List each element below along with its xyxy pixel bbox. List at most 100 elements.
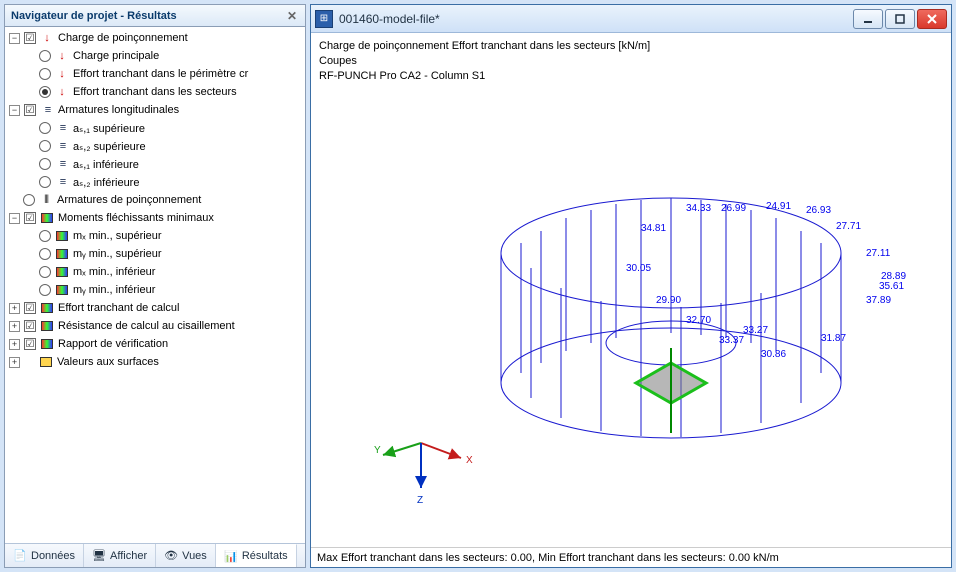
result-icon [41, 303, 53, 313]
value-label: 34.33 [686, 203, 711, 214]
value-label: 27.71 [836, 221, 861, 232]
tab-vues[interactable]: 👁 Vues [156, 544, 216, 567]
views-icon: 👁 [164, 549, 178, 563]
radio[interactable] [39, 284, 51, 296]
panel-header: Navigateur de projet - Résultats ✕ [5, 5, 305, 27]
value-label: 37.89 [866, 295, 891, 306]
moment-icon [56, 231, 68, 241]
value-label: 30.05 [626, 263, 651, 274]
expand-icon[interactable]: + [9, 303, 20, 314]
tree-label: aₛ,₁ inférieure [73, 158, 139, 171]
rebar-icon: ≡ [55, 139, 69, 153]
axis-y-label: Y [374, 445, 381, 456]
tab-label: Résultats [242, 550, 288, 562]
expand-icon[interactable]: + [9, 339, 20, 350]
radio[interactable] [39, 158, 51, 170]
tree-node-as2-inf[interactable]: ≡ aₛ,₂ inférieure [5, 173, 305, 191]
checkbox[interactable]: ☑ [24, 302, 36, 314]
tree-node-effort-perimetre[interactable]: ↓ Effort tranchant dans le périmètre cr [5, 65, 305, 83]
radio[interactable] [23, 194, 35, 206]
tree-node-my-sup[interactable]: mᵧ min., supérieur [5, 245, 305, 263]
display-icon: 🖥 [92, 549, 106, 563]
minimize-button[interactable] [853, 9, 883, 29]
close-icon [926, 13, 938, 25]
tree-label: Effort tranchant de calcul [58, 302, 179, 314]
tree-label: Armatures longitudinales [58, 104, 179, 116]
window-titlebar[interactable]: ⊞ 001460-model-file* [311, 5, 951, 33]
result-icon [41, 321, 53, 331]
rebar-icon: ≡ [55, 175, 69, 189]
results-tree: − ☑ ↓ Charge de poinçonnement ↓ Charge p… [5, 27, 305, 543]
tree-node-effort-secteurs[interactable]: ↓ Effort tranchant dans les secteurs [5, 83, 305, 101]
collapse-icon[interactable]: − [9, 33, 20, 44]
tree-node-charge-principale[interactable]: ↓ Charge principale [5, 47, 305, 65]
tree-label: mᵧ min., supérieur [73, 248, 162, 260]
radio[interactable] [39, 68, 51, 80]
panel-close-icon[interactable]: ✕ [285, 9, 299, 23]
viewport-3d[interactable]: Charge de poinçonnement Effort tranchant… [311, 33, 951, 547]
tree-node-rapport-verification[interactable]: + ☑ Rapport de vérification [5, 335, 305, 353]
radio-selected[interactable] [39, 86, 51, 98]
tab-afficher[interactable]: 🖥 Afficher [84, 544, 156, 567]
checkbox[interactable]: ☑ [24, 104, 36, 116]
value-label: 26.99 [721, 203, 746, 214]
checkbox[interactable]: ☑ [24, 320, 36, 332]
rebar-icon: ≡ [55, 121, 69, 135]
value-label: 33.37 [719, 335, 744, 346]
radio[interactable] [39, 176, 51, 188]
tree-node-as1-inf[interactable]: ≡ aₛ,₁ inférieure [5, 155, 305, 173]
tree-node-mx-sup[interactable]: mₓ min., supérieur [5, 227, 305, 245]
collapse-icon[interactable]: − [9, 213, 20, 224]
tab-resultats[interactable]: 📊 Résultats [216, 544, 297, 567]
radio[interactable] [39, 248, 51, 260]
tree-node-effort-calcul[interactable]: + ☑ Effort tranchant de calcul [5, 299, 305, 317]
tree-label: Effort tranchant dans le périmètre cr [73, 68, 248, 80]
tree-node-valeurs-surfaces[interactable]: + Valeurs aux surfaces [5, 353, 305, 371]
close-button[interactable] [917, 9, 947, 29]
load-icon: ↓ [55, 85, 69, 99]
checkbox[interactable]: ☑ [24, 338, 36, 350]
tree-node-as2-sup[interactable]: ≡ aₛ,₂ supérieure [5, 137, 305, 155]
expand-icon[interactable]: + [9, 357, 20, 368]
checkbox[interactable]: ☑ [24, 32, 36, 44]
tree-node-charge-poinconnement[interactable]: − ☑ ↓ Charge de poinçonnement [5, 29, 305, 47]
moment-icon [56, 249, 68, 259]
tab-donnees[interactable]: 📄 Données [5, 544, 84, 567]
tree-node-resistance-cisaillement[interactable]: + ☑ Résistance de calcul au cisaillement [5, 317, 305, 335]
maximize-button[interactable] [885, 9, 915, 29]
tree-label: Charge principale [73, 50, 159, 62]
load-icon: ↓ [40, 31, 54, 45]
tree-label: mᵧ min., inférieur [73, 284, 155, 296]
collapse-icon[interactable]: − [9, 105, 20, 116]
moment-icon [41, 213, 53, 223]
expand-icon[interactable]: + [9, 321, 20, 332]
moment-icon [56, 285, 68, 295]
radio[interactable] [39, 140, 51, 152]
checkbox[interactable]: ☑ [24, 212, 36, 224]
radio[interactable] [39, 266, 51, 278]
axis-gizmo: X Y Z [371, 413, 491, 513]
tab-label: Vues [182, 550, 207, 562]
app-icon: ⊞ [315, 10, 333, 28]
tree-node-mx-inf[interactable]: mₓ min., inférieur [5, 263, 305, 281]
tree-node-my-inf[interactable]: mᵧ min., inférieur [5, 281, 305, 299]
radio[interactable] [39, 230, 51, 242]
tree-node-armatures-poinconnement[interactable]: ⦀ Armatures de poinçonnement [5, 191, 305, 209]
radio[interactable] [39, 50, 51, 62]
tree-label: mₓ min., supérieur [73, 230, 162, 242]
axis-x-label: X [466, 455, 473, 466]
tree-node-armatures-longitudinales[interactable]: − ☑ ≡ Armatures longitudinales [5, 101, 305, 119]
tree-label: Moments fléchissants minimaux [58, 212, 214, 224]
tree-node-moments-min[interactable]: − ☑ Moments fléchissants minimaux [5, 209, 305, 227]
tree-node-as1-sup[interactable]: ≡ aₛ,₁ supérieure [5, 119, 305, 137]
results-icon: 📊 [224, 549, 238, 563]
tree-label: Charge de poinçonnement [58, 32, 188, 44]
tab-label: Données [31, 550, 75, 562]
maximize-icon [894, 13, 906, 25]
status-bar: Max Effort tranchant dans les secteurs: … [311, 547, 951, 567]
radio[interactable] [39, 122, 51, 134]
rebar-icon: ≡ [55, 157, 69, 171]
tree-label: Effort tranchant dans les secteurs [73, 86, 237, 98]
tree-label: Valeurs aux surfaces [57, 356, 159, 368]
moment-icon [56, 267, 68, 277]
